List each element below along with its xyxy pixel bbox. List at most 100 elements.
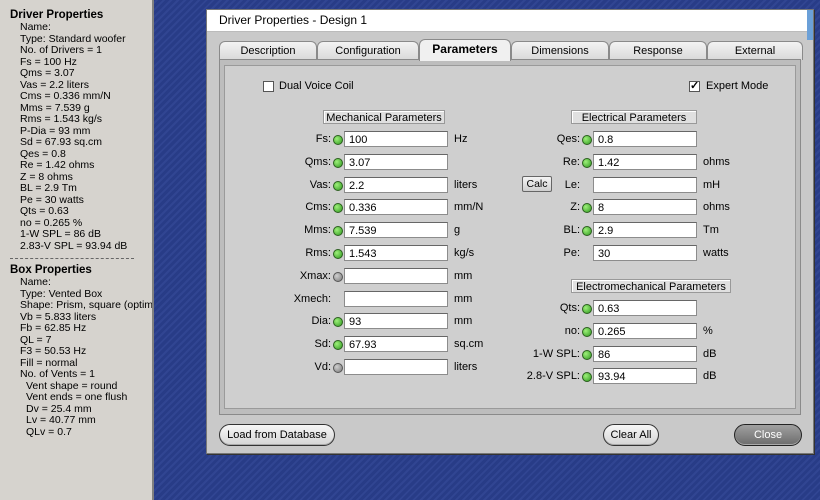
summary-line: Rms = 1.543 kg/s (20, 113, 102, 125)
electromechanical-unit-3: dB (703, 370, 717, 383)
status-led-icon (582, 226, 592, 237)
box-properties-title: Box Properties (10, 264, 92, 276)
summary-line: Name: (20, 21, 51, 33)
summary-line: QLv = 0.7 (26, 425, 72, 438)
mechanical-input-9[interactable]: 67.93 (344, 336, 448, 353)
mechanical-input-1[interactable]: 3.07 (344, 153, 448, 170)
summary-line: Qts = 0.63 (20, 205, 69, 217)
electromechanical-input-2[interactable]: 86 (593, 345, 697, 362)
electrical-unit-1: ohms (703, 155, 730, 168)
electrical-unit-4: Tm (703, 224, 719, 237)
dual-voice-coil-checkbox[interactable] (263, 81, 274, 92)
mechanical-input-6[interactable] (344, 267, 448, 284)
mechanical-label-4: Mms: (304, 224, 331, 237)
mechanical-input-0[interactable]: 100 (344, 131, 448, 147)
electromechanical-label-1: no: (564, 324, 580, 337)
summary-line: Re = 1.42 ohms (20, 159, 95, 171)
summary-line: Cms = 0.336 mm/N (20, 90, 111, 102)
mechanical-label-5: Rms: (305, 247, 331, 259)
mechanical-label-0: Fs: (315, 133, 331, 145)
electrical-input-5[interactable]: 30 (593, 245, 697, 261)
tab-configuration[interactable]: Configuration (317, 41, 419, 60)
checkmark-icon: ✓ (690, 80, 700, 92)
window-edge (807, 10, 813, 40)
status-led-icon (333, 135, 343, 145)
mechanical-input-2[interactable]: 2.2 (344, 176, 448, 193)
electrical-input-3[interactable]: 8 (593, 199, 697, 216)
electromechanical-unit-1: % (703, 324, 713, 337)
tab-external[interactable]: External (707, 41, 803, 60)
electrical-input-4[interactable]: 2.9 (593, 222, 697, 239)
mechanical-label-7: Xmech: (293, 292, 331, 305)
electromechanical-input-3[interactable]: 93.94 (593, 368, 697, 385)
mechanical-unit-6: mm (454, 269, 473, 282)
summary-line: Vent ends = one flush (26, 391, 128, 403)
dual-voice-coil-label: Dual Voice Coil (279, 80, 354, 92)
mechanical-unit-0: Hz (454, 133, 468, 145)
mechanical-label-6: Xmax: (299, 269, 331, 282)
load-from-database-button[interactable]: Load from Database (219, 424, 335, 446)
mechanical-parameters-header: Mechanical Parameters (323, 110, 445, 124)
mechanical-label-8: Dia: (311, 315, 331, 328)
summary-line: Fb = 62.85 Hz (20, 322, 87, 334)
mechanical-unit-10: liters (454, 361, 478, 373)
box-properties-list: Name: Type: Vented Box Shape: Prism, squar… (4, 276, 154, 438)
mechanical-unit-2: liters (454, 178, 478, 191)
status-led-icon (582, 135, 592, 145)
summary-line: Qms = 3.07 (20, 67, 75, 79)
electrical-input-2[interactable] (593, 176, 697, 193)
electrical-parameters-header: Electrical Parameters (571, 110, 697, 124)
tab-parameters[interactable]: Parameters (419, 39, 511, 61)
parameters-tab-panel: Dual Voice Coil ✓ Expert Mode Mechanical… (219, 59, 801, 415)
close-button[interactable]: Close (734, 424, 802, 446)
driver-properties-list: Name: Type: Standard woofer No. of Drivers… (4, 21, 150, 252)
parameters-form: Dual Voice Coil ✓ Expert Mode Mechanical… (224, 65, 796, 409)
status-led-icon (333, 363, 343, 373)
summary-panel: Driver Properties Name: Type: Standard wo… (0, 0, 154, 500)
mechanical-label-2: Vas: (309, 178, 331, 191)
status-led-icon (582, 372, 592, 383)
status-led-icon (582, 326, 592, 337)
summary-line: Shape: Prism, square (optimu (20, 299, 154, 311)
electrical-input-1[interactable]: 1.42 (593, 153, 697, 170)
divider (10, 258, 134, 259)
clear-all-button[interactable]: Clear All (603, 424, 659, 446)
electrical-unit-3: ohms (703, 201, 730, 214)
mechanical-input-5[interactable]: 1.543 (344, 245, 448, 261)
mechanical-label-1: Qms: (304, 155, 331, 168)
status-led-icon (333, 249, 343, 259)
mechanical-input-7[interactable] (344, 290, 448, 307)
summary-line: BL = 2.9 Tm (20, 182, 77, 194)
electrical-label-0: Qes: (556, 133, 580, 145)
status-led-icon (582, 304, 592, 314)
tab-response[interactable]: Response (609, 41, 707, 60)
summary-line: Lv = 40.77 mm (26, 414, 96, 426)
tab-description[interactable]: Description (219, 41, 317, 60)
status-led-icon (333, 157, 343, 168)
electrical-unit-2: mH (703, 178, 721, 191)
mechanical-input-3[interactable]: 0.336 (344, 199, 448, 216)
mechanical-unit-7: mm (454, 292, 473, 305)
mechanical-label-10: Vd: (314, 361, 331, 373)
status-led-icon (333, 271, 343, 282)
status-led-icon (333, 180, 343, 191)
electrical-label-3: Z: (570, 201, 580, 214)
expert-mode-label: Expert Mode (706, 80, 769, 92)
expert-mode-checkbox[interactable]: ✓ (689, 81, 700, 92)
tab-dimensions[interactable]: Dimensions (511, 41, 609, 60)
status-led-icon (333, 226, 343, 237)
electromechanical-input-1[interactable]: 0.265 (593, 322, 697, 339)
electrical-label-1: Re: (562, 155, 580, 168)
electromechanical-input-0[interactable]: 0.63 (593, 300, 697, 316)
electromechanical-label-0: Qts: (559, 302, 580, 314)
electromechanical-label-3: 2.8-V SPL: (526, 370, 580, 383)
summary-line: 2.83-V SPL = 93.94 dB (20, 239, 128, 252)
electromechanical-unit-2: dB (703, 347, 717, 360)
title-bar[interactable]: Driver Properties - Design 1 (207, 10, 813, 32)
electrical-input-0[interactable]: 0.8 (593, 131, 697, 147)
mechanical-input-10[interactable] (344, 359, 448, 375)
mechanical-input-8[interactable]: 93 (344, 313, 448, 330)
mechanical-input-4[interactable]: 7.539 (344, 222, 448, 239)
electrical-label-4: BL: (563, 224, 580, 237)
electrical-label-2: Le: (564, 178, 580, 191)
